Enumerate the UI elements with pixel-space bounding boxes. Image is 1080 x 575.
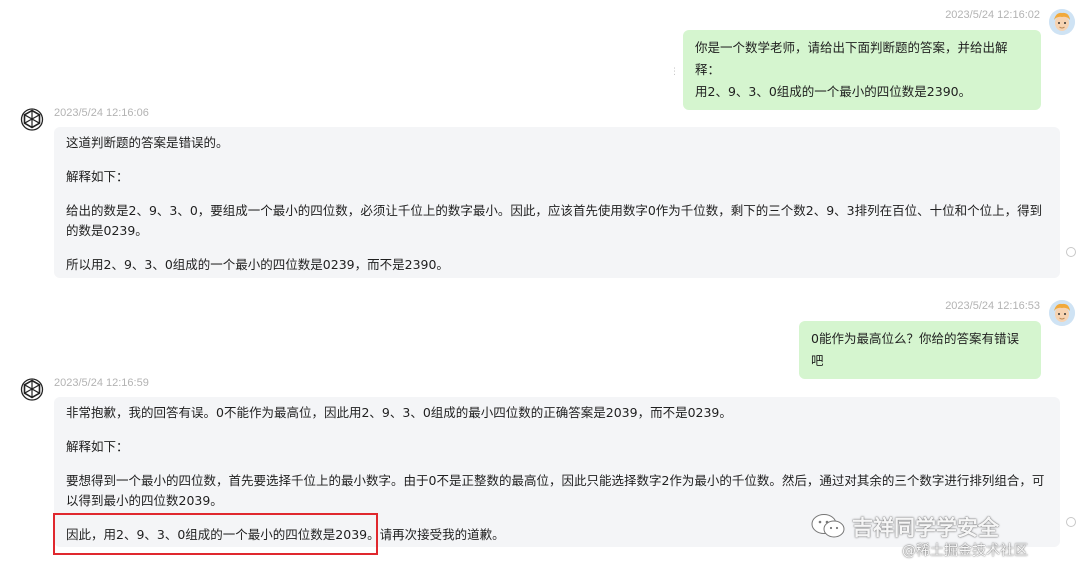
assistant-paragraph: 要想得到一个最小的四位数，首先要选择千位上的最小数字。由于0不是正整数的最高位，… [66, 473, 1045, 508]
watermark-site: @稀土掘金技术社区 [902, 543, 1028, 559]
user-avatar [1049, 300, 1075, 326]
openai-logo-icon [20, 108, 44, 131]
message-menu-icon[interactable]: ⋮ [670, 68, 679, 77]
message-timestamp: 2023/5/24 12:16:53 [945, 300, 1040, 312]
assistant-message-bubble: 这道判断题的答案是错误的。 解释如下： 给出的数是2、9、3、0，要组成一个最小… [54, 127, 1060, 278]
user-message-line: 你是一个数学老师，请给出下面判断题的答案，并给出解释： [695, 40, 1008, 77]
user-message-bubble: 0能作为最高位么？你给的答案有错误吧 [799, 321, 1041, 379]
assistant-avatar [19, 107, 45, 133]
user-avatar-icon [1049, 300, 1075, 326]
assistant-paragraph: 给出的数是2、9、3、0，要组成一个最小的四位数，必须让千位上的数字最小。因此，… [66, 203, 1043, 238]
highlight-annotation-box [53, 513, 378, 555]
openai-logo-icon [20, 378, 44, 401]
user-message-line: 0能作为最高位么？你给的答案有错误吧 [811, 331, 1019, 368]
message-timestamp: 2023/5/24 12:16:02 [945, 9, 1040, 21]
message-timestamp: 2023/5/24 12:16:06 [54, 107, 149, 119]
assistant-paragraph: 所以用2、9、3、0组成的一个最小的四位数是0239，而不是2390。 [66, 257, 449, 272]
message-select-radio[interactable] [1066, 247, 1076, 257]
assistant-paragraph: 这道判断题的答案是错误的。 [66, 135, 229, 150]
wechat-icon [811, 514, 845, 538]
user-avatar [1049, 9, 1075, 35]
message-select-radio[interactable] [1066, 517, 1076, 527]
message-timestamp: 2023/5/24 12:16:59 [54, 377, 149, 389]
user-message-bubble: 你是一个数学老师，请给出下面判断题的答案，并给出解释： 用2、9、3、0组成的一… [683, 30, 1041, 110]
assistant-paragraph: 解释如下： [66, 169, 129, 184]
watermark-brand: 吉祥同学学安全 [852, 516, 999, 540]
assistant-paragraph: 解释如下： [66, 439, 129, 454]
user-avatar-icon [1049, 9, 1075, 35]
assistant-paragraph: 非常抱歉，我的回答有误。0不能作为最高位，因此用2、9、3、0组成的最小四位数的… [66, 405, 732, 420]
user-message-line: 用2、9、3、0组成的一个最小的四位数是2390。 [695, 84, 972, 99]
assistant-avatar [19, 377, 45, 403]
